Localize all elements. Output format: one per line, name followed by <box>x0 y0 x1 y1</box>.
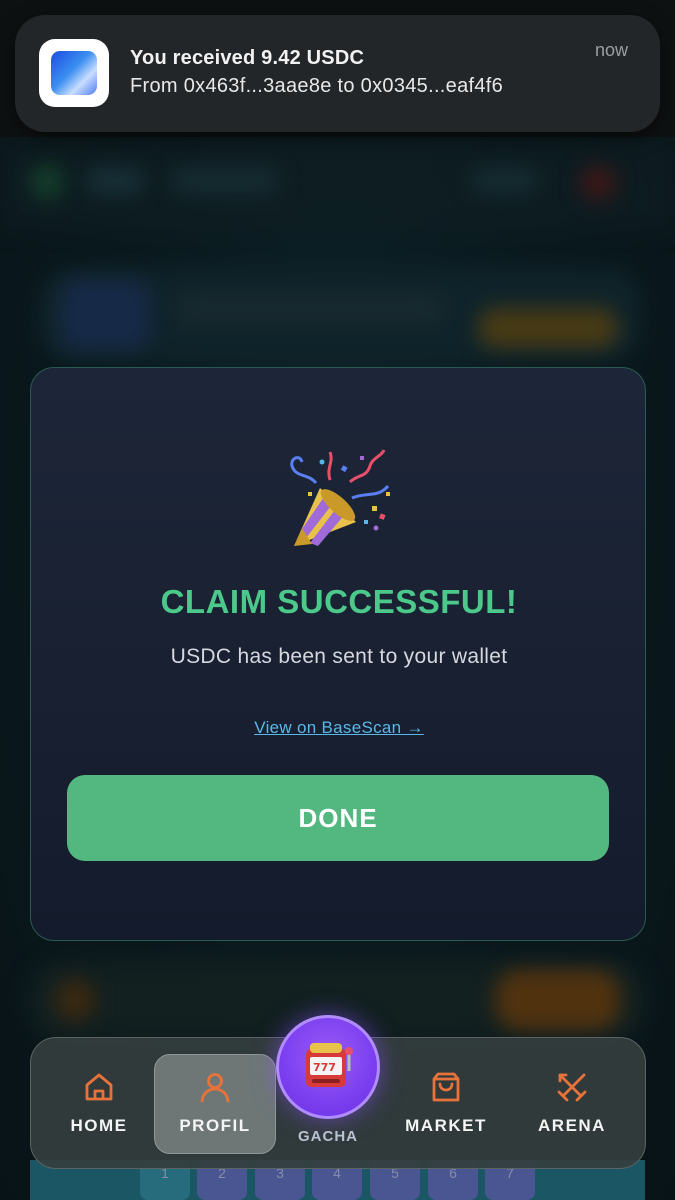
push-notification[interactable]: You received 9.42 USDC From 0x463f...3aa… <box>15 15 660 132</box>
nav-label-gacha: GACHA <box>298 1128 358 1145</box>
nav-item-arena[interactable]: ARENA <box>512 1038 632 1170</box>
modal-subtitle: USDC has been sent to your wallet <box>170 645 508 668</box>
shopping-bag-icon <box>432 1072 460 1102</box>
svg-text:777: 777 <box>313 1061 336 1074</box>
done-button[interactable]: DONE <box>67 775 609 861</box>
user-icon <box>200 1073 230 1103</box>
notification-body: From 0x463f...3aae8e to 0x0345...eaf4f6 <box>130 75 504 97</box>
app-logo <box>51 51 97 95</box>
wallet-app-icon <box>39 39 109 107</box>
slot-machine-icon: 777 <box>306 1043 353 1087</box>
party-popper-icon <box>290 449 390 546</box>
claim-success-modal: CLAIM SUCCESSFUL! USDC has been sent to … <box>30 367 646 941</box>
notification-title: You received 9.42 USDC <box>130 47 365 69</box>
nav-item-market[interactable]: MARKET <box>386 1038 506 1170</box>
home-icon <box>85 1073 113 1101</box>
modal-title: CLAIM SUCCESSFUL! <box>160 583 518 620</box>
notification-time: now <box>594 40 628 60</box>
nav-label-market: MARKET <box>405 1116 487 1135</box>
nav-label-arena: ARENA <box>538 1116 606 1135</box>
crossed-swords-icon <box>557 1073 587 1102</box>
view-on-basescan-link[interactable]: View on BaseScan → <box>31 718 647 738</box>
nav-label-profil: PROFIL <box>179 1116 251 1135</box>
nav-item-gacha[interactable]: 777 <box>276 1015 380 1119</box>
nav-item-profil[interactable]: PROFIL <box>155 1038 275 1170</box>
nav-label-home: HOME <box>70 1116 128 1135</box>
nav-item-home[interactable]: HOME <box>39 1038 159 1170</box>
